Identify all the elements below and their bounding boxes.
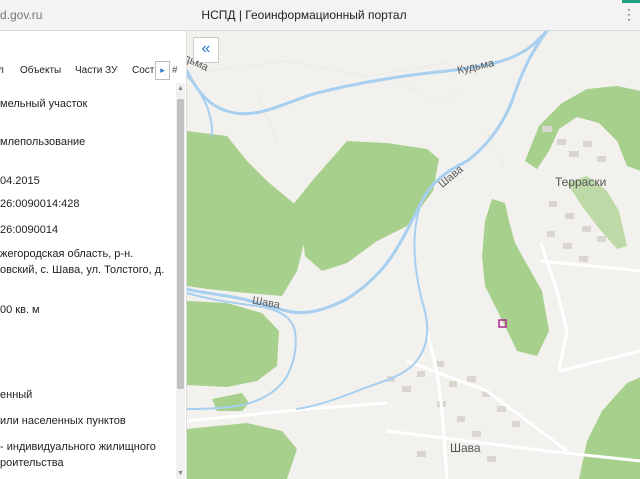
tab-scroll-right-icon[interactable]: ▸	[155, 61, 170, 80]
scroll-up-icon[interactable]: ▲	[177, 85, 184, 92]
forest-left	[187, 131, 307, 296]
field-address: жегородская область, р-н. овский, с. Шав…	[0, 248, 165, 276]
field-status: енный	[0, 389, 33, 401]
scroll-down-icon[interactable]: ▼	[177, 470, 184, 477]
field-land-use: млепользование	[0, 136, 86, 148]
tab-objects[interactable]: Объекты	[20, 65, 61, 76]
tab-parts[interactable]: Части ЗУ	[75, 65, 117, 76]
tab-composition[interactable]: Соста	[132, 65, 154, 76]
forest-center	[292, 141, 439, 271]
page-title: НСПД | Геоинформационный портал	[201, 8, 407, 22]
field-category: или населенных пунктов	[0, 415, 126, 427]
forest-middle-right	[482, 199, 549, 356]
window-accent	[622, 0, 640, 3]
panel-scrollbar[interactable]: ▲ ▼	[176, 83, 185, 479]
forest-bottom-right	[579, 377, 640, 479]
village-label-shava: Шава	[450, 441, 481, 455]
browser-topbar: d.gov.ru НСПД | Геоинформационный портал…	[0, 0, 640, 31]
property-fields: мельный участок млепользование 04.2015 2…	[0, 83, 176, 479]
field-cadastral-quarter: 26:0090014	[0, 224, 59, 236]
field-area: 00 кв. м	[0, 304, 40, 316]
field-date: 04.2015	[0, 175, 40, 187]
tab-more[interactable]: #	[172, 65, 178, 76]
more-menu-icon[interactable]: ⋮	[622, 6, 636, 23]
village-label-terraski: Терраски	[555, 175, 607, 189]
tab-main[interactable]: л	[0, 65, 4, 76]
map-canvas	[187, 31, 640, 479]
field-cadastral-number: 26:0090014:428	[0, 198, 80, 210]
tab-bar: л Объекты Части ЗУ Соста ▸ #	[0, 57, 186, 83]
forest-lower-left	[187, 301, 279, 387]
field-object-type: мельный участок	[0, 98, 88, 110]
field-permitted-use: - индивидуального жилищного роительства	[0, 441, 156, 469]
river-kudma-branch	[187, 75, 213, 137]
forest-bottom-left	[187, 423, 297, 479]
river-kudma	[187, 31, 549, 116]
scrollbar-thumb[interactable]	[177, 99, 184, 389]
info-panel: л Объекты Части ЗУ Соста ▸ # мельный уча…	[0, 31, 186, 479]
map-view[interactable]: « дьма Кудьма Шава Шава Терраски Шава	[186, 31, 640, 479]
